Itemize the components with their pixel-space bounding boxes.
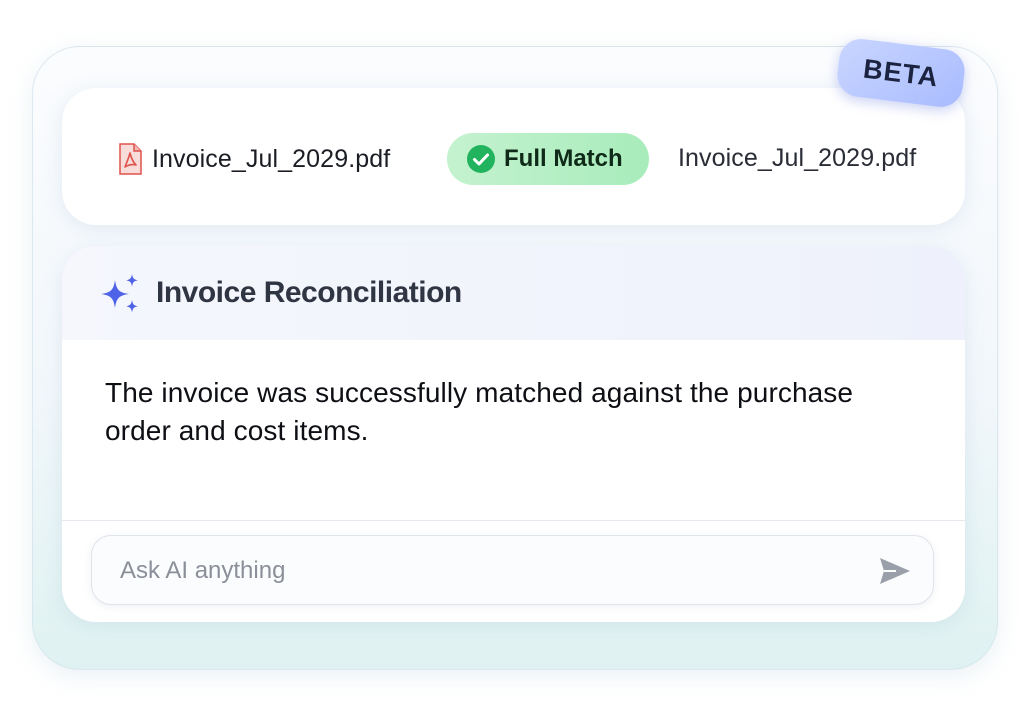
ai-assistant-card: Invoice Reconciliation The invoice was s…	[62, 246, 965, 622]
check-circle-icon	[467, 145, 495, 173]
pdf-file-icon	[119, 143, 142, 175]
send-icon[interactable]	[878, 556, 912, 586]
sparkle-icon	[101, 274, 138, 313]
target-file-name[interactable]: Invoice_Jul_2029.pdf	[678, 144, 916, 173]
ai-response-message: The invoice was successfully matched aga…	[105, 377, 854, 446]
match-status-badge: Full Match	[447, 133, 649, 185]
ai-card-header: Invoice Reconciliation	[62, 246, 965, 340]
source-file[interactable]: Invoice_Jul_2029.pdf	[118, 141, 390, 177]
ask-ai-input[interactable]: Ask AI anything	[91, 535, 934, 605]
divider	[62, 520, 965, 521]
beta-label: BETA	[861, 53, 941, 92]
ask-ai-placeholder: Ask AI anything	[120, 557, 286, 584]
ai-card-title: Invoice Reconciliation	[156, 276, 462, 309]
source-file-name: Invoice_Jul_2029.pdf	[152, 144, 391, 173]
match-status-label: Full Match	[504, 145, 623, 172]
